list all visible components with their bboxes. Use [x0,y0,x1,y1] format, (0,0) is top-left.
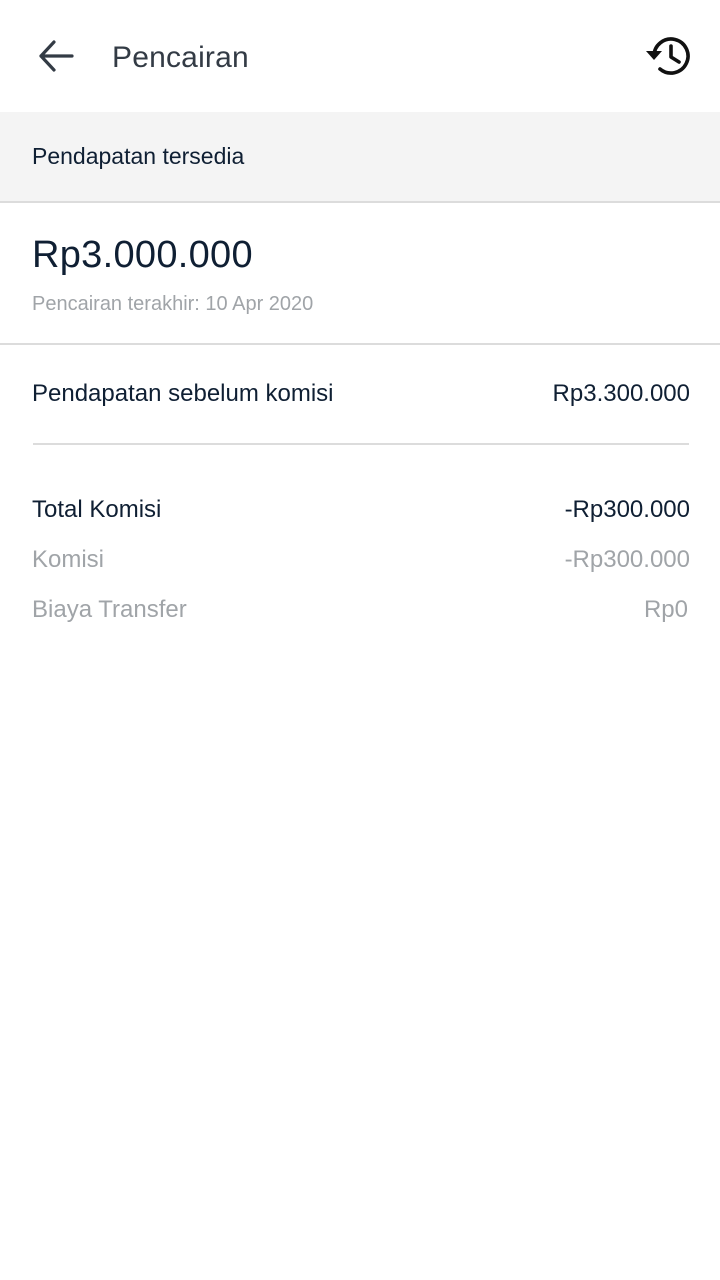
balance-block: Rp3.000.000 Pencairan terakhir: 10 Apr 2… [0,203,720,345]
back-button[interactable] [28,28,84,84]
total-commission-label: Total Komisi [32,496,162,523]
gross-income-value: Rp3.300.000 [552,380,690,407]
commission-breakdown: Total Komisi -Rp300.000 Komisi -Rp300.00… [0,445,720,635]
available-section-label: Pendapatan tersedia [32,143,245,169]
last-withdrawal-date: Pencairan terakhir: 10 Apr 2020 [32,293,314,315]
app-bar: Pencairan [0,0,720,112]
available-section-header: Pendapatan tersedia [0,112,720,203]
commission-label: Komisi [32,546,105,573]
gross-income-row: Pendapatan sebelum komisi Rp3.300.000 [0,345,720,443]
total-commission-value: -Rp300.000 [564,496,690,523]
page-title: Pencairan [112,41,249,74]
gross-income-label: Pendapatan sebelum komisi [32,380,334,407]
arrow-left-icon [39,40,74,72]
history-button[interactable] [640,28,696,84]
commission-value: -Rp300.000 [564,546,690,573]
transfer-fee-row: Biaya Transfer Rp0 [0,585,720,635]
transfer-fee-label: Biaya Transfer [32,596,187,623]
total-commission-row: Total Komisi -Rp300.000 [0,485,720,535]
commission-row: Komisi -Rp300.000 [0,535,720,585]
history-icon [646,37,690,75]
transfer-fee-value: Rp0 [643,596,688,623]
available-balance: Rp3.000.000 [32,234,253,276]
